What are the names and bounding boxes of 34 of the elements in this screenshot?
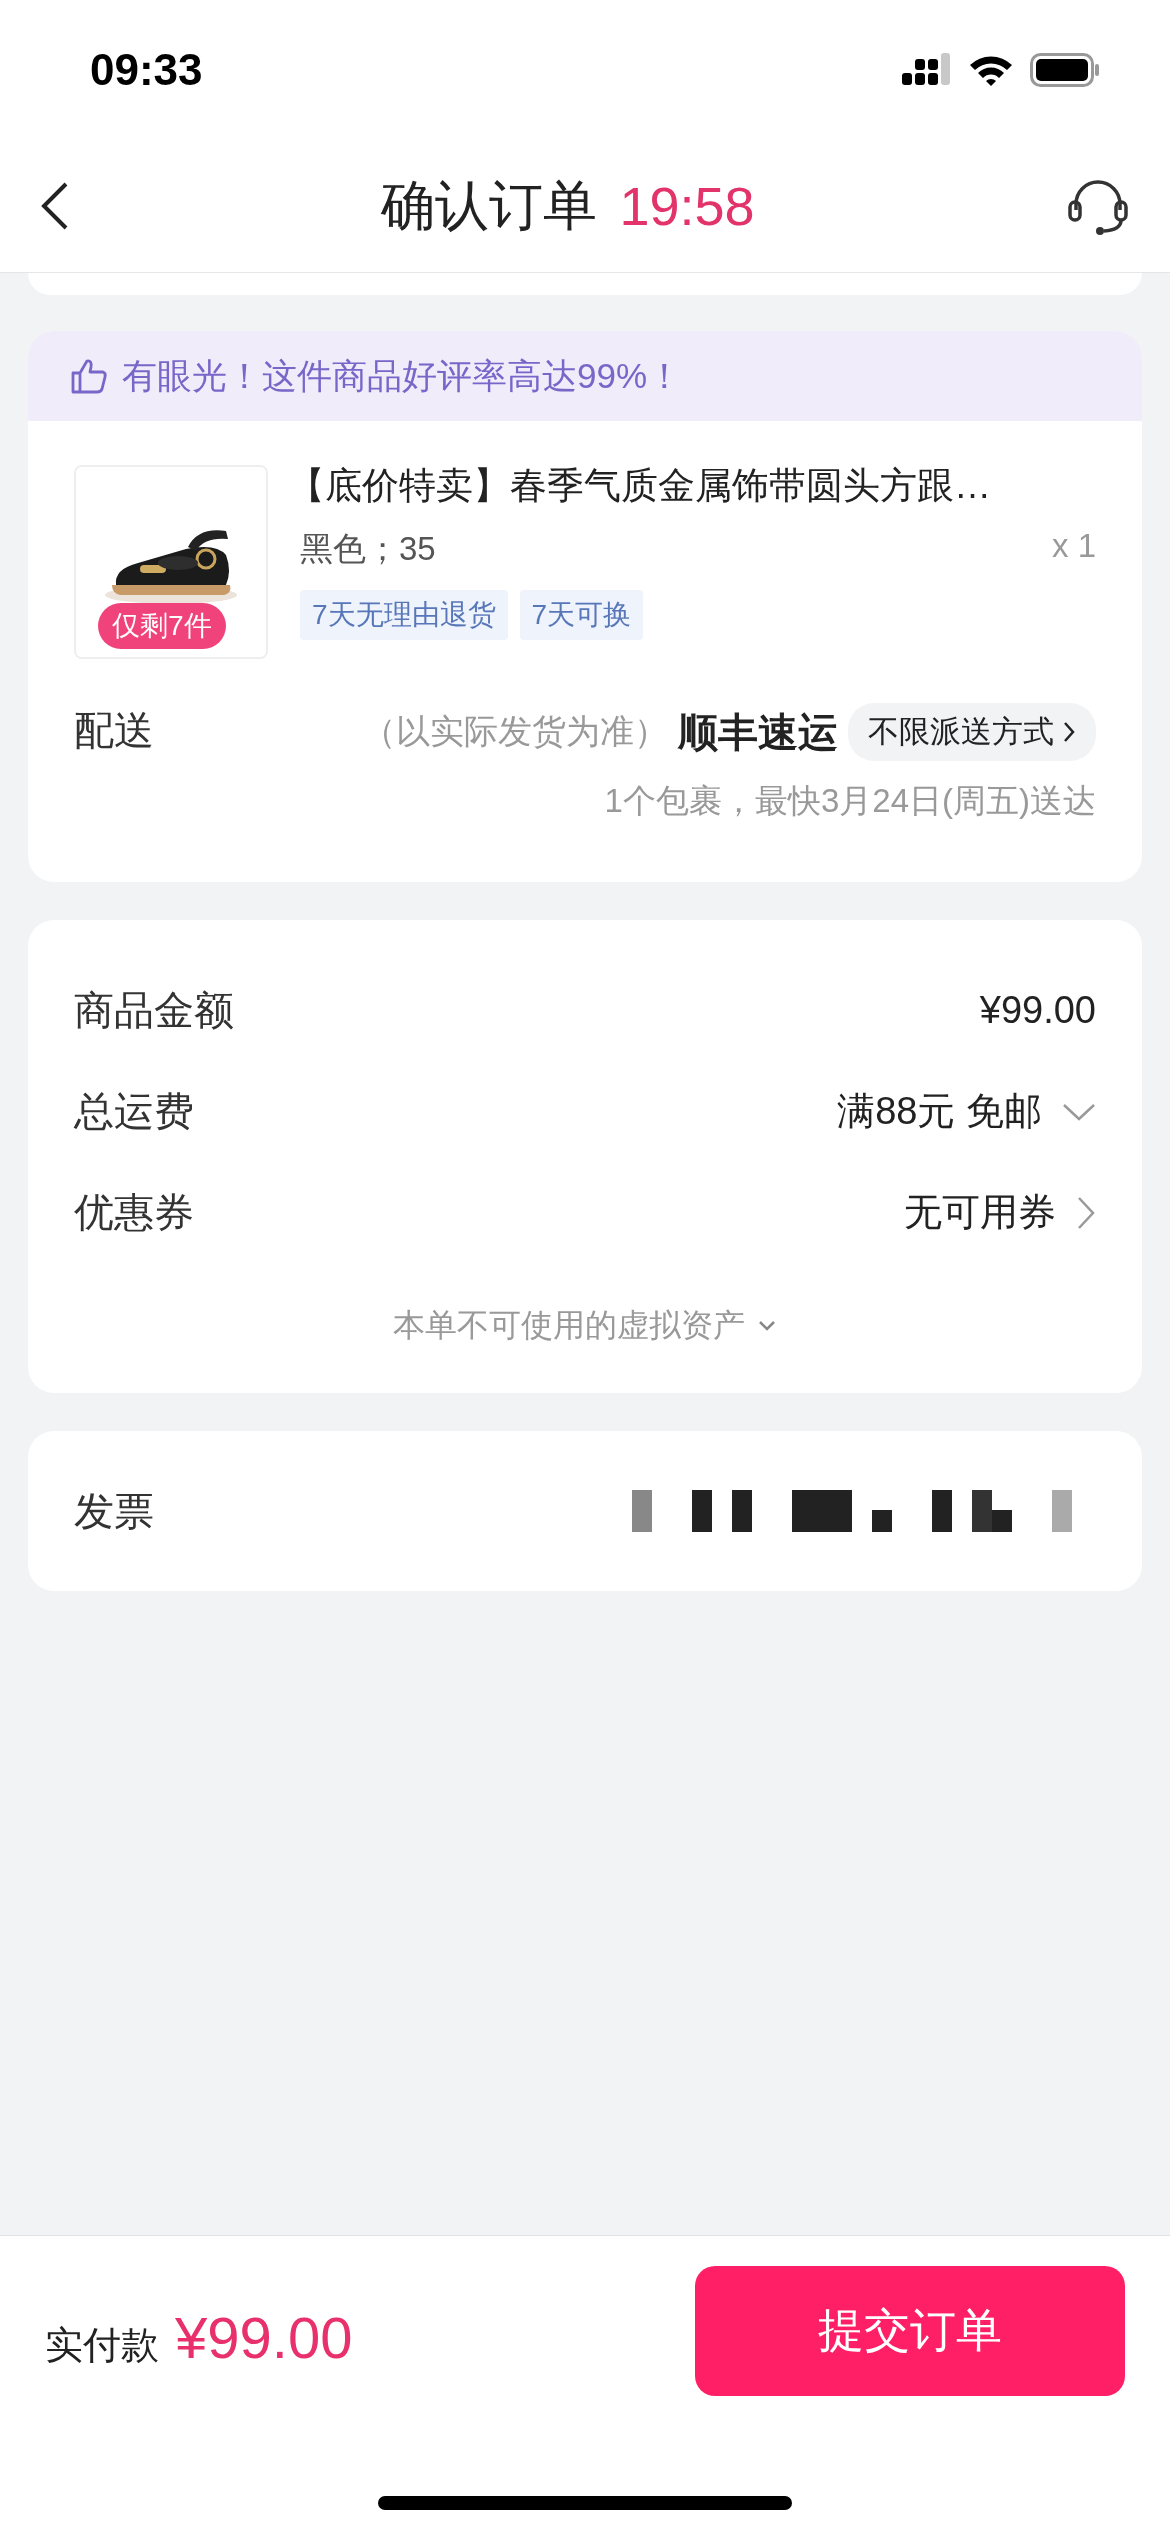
chevron-right-icon[interactable] xyxy=(1076,1195,1096,1230)
chevron-down-icon[interactable] xyxy=(1062,1101,1096,1122)
delivery-label: 配送 xyxy=(74,707,154,754)
chevron-down-icon xyxy=(757,1319,777,1333)
thumbs-up-icon xyxy=(70,358,108,394)
carrier-name: 顺丰速运 xyxy=(678,708,838,756)
service-tag: 7天无理由退货 xyxy=(300,590,508,640)
countdown-timer: 19:58 xyxy=(619,175,755,237)
status-time: 09:33 xyxy=(90,45,203,95)
wifi-icon xyxy=(968,53,1014,87)
total-label: 实付款 xyxy=(45,2323,159,2368)
price-label: 优惠券 xyxy=(74,1189,194,1236)
total-price: ¥99.00 xyxy=(175,2304,353,2371)
delivery-note: （以实际发货为准） xyxy=(362,711,668,752)
chevron-right-icon xyxy=(1062,720,1076,744)
price-label: 商品金额 xyxy=(74,987,234,1034)
back-button[interactable] xyxy=(40,181,70,231)
banner-text: 有眼光！这件商品好评率高达99%！ xyxy=(122,354,683,397)
delivery-option-button[interactable]: 不限派送方式 xyxy=(848,703,1096,761)
signal-icon xyxy=(902,53,952,87)
product-quantity: x 1 xyxy=(1051,527,1096,566)
price-label: 总运费 xyxy=(74,1088,194,1135)
price-value: ¥99.00 xyxy=(979,989,1096,1032)
price-value[interactable]: 无可用券 xyxy=(904,1187,1056,1238)
submit-order-button[interactable]: 提交订单 xyxy=(695,2266,1125,2396)
invoice-label: 发票 xyxy=(74,1487,154,1535)
product-variant: 黑色；35 xyxy=(300,529,436,569)
stock-badge: 仅剩7件 xyxy=(98,603,226,649)
delivery-estimate: 1个包裹，最快3月24日(周五)送达 xyxy=(604,781,1096,821)
price-value[interactable]: 满88元 免邮 xyxy=(837,1086,1042,1137)
product-title[interactable]: 【底价特卖】春季气质金属饰带圆头方跟… xyxy=(288,461,1096,511)
service-tag: 7天可换 xyxy=(519,590,644,640)
battery-icon xyxy=(1030,53,1100,87)
page-title: 确认订单 xyxy=(381,173,598,237)
